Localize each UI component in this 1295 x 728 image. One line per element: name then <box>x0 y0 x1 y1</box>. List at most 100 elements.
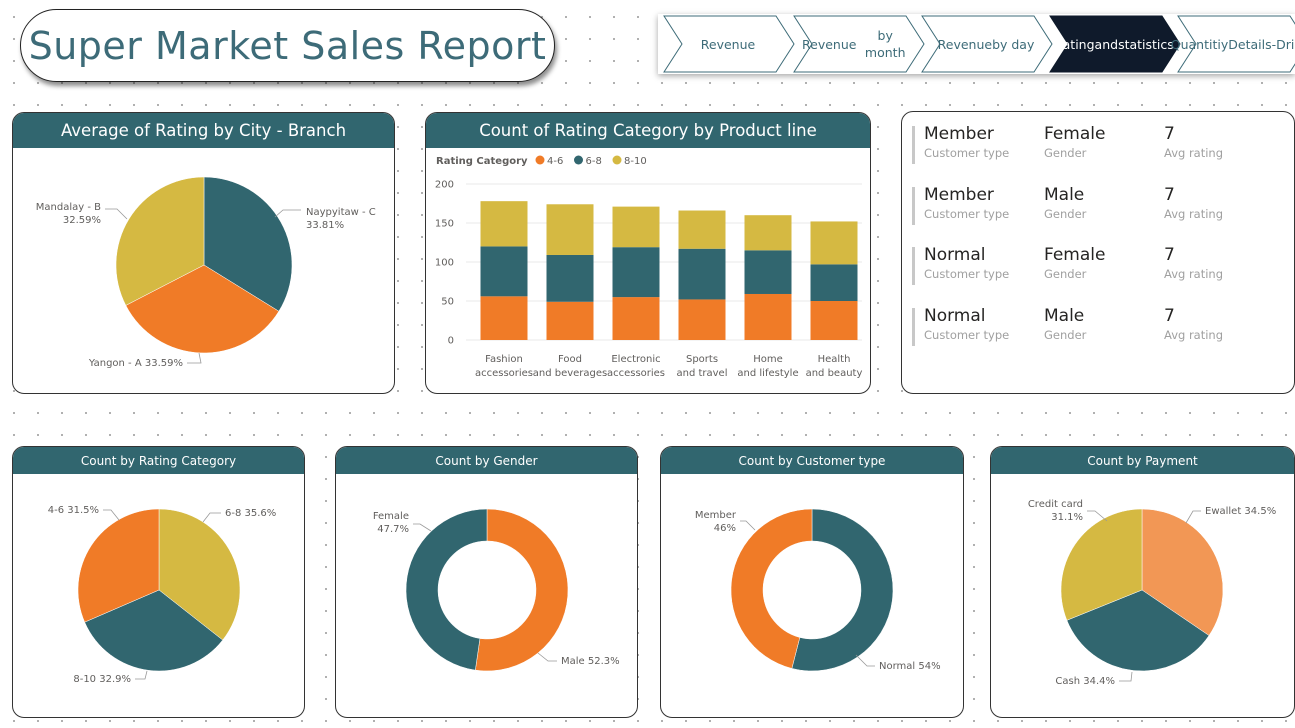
y-tick-label: 100 <box>435 258 454 269</box>
rating-category-pie-chart[interactable]: 6-8 35.6% 8-10 32.9% 4-6 31.5% <box>13 447 305 718</box>
leader-line-ewallet <box>1185 510 1201 524</box>
data-label-6-8: 6-8 35.6% <box>225 508 276 519</box>
bar-food-and-beverages-6-8[interactable] <box>546 254 594 302</box>
avg-rating-pie-chart[interactable]: Naypyitaw - C 33.81% Yangon - A 33.59% Mand… <box>13 113 395 394</box>
avg-rating-card: Average of Rating by City - Branch Naypy… <box>12 112 395 394</box>
bar-health-and-beauty-4-6[interactable] <box>810 301 858 340</box>
slice-male[interactable] <box>475 508 569 672</box>
stats-row: Member Customer type Male Gender 7 Avg rating <box>912 185 1284 229</box>
customer-type-donut-chart[interactable]: Normal 54% Member 46% <box>661 447 964 718</box>
leader-line-female <box>413 523 432 532</box>
nav-tab-label-line: by day <box>992 36 1035 52</box>
data-label-male: Male 52.3% <box>561 656 620 667</box>
rating-category-stacked-bar-chart[interactable]: Rating Category 4-6 6-8 8-10 0 50 100 150 200 Fas… <box>426 113 871 394</box>
leader-line-mandalay-b <box>105 208 128 220</box>
nav-tab-label-line: Drill... <box>1276 36 1295 52</box>
nav-tab-label-line: Details- <box>1228 36 1277 52</box>
stats-caption: Customer type <box>924 146 1010 160</box>
stats-card: Member Customer type Female Gender 7 Avg rati… <box>901 111 1295 394</box>
stats-caption: Customer type <box>924 267 1010 281</box>
bar-fashion-accessories-8-10[interactable] <box>480 201 528 247</box>
stats-value: Male <box>1044 184 1085 205</box>
stats-value: Member <box>924 184 994 205</box>
stats-value: Member <box>924 124 994 144</box>
data-label-normal: Normal 54% <box>879 661 941 672</box>
stats-row-accent <box>912 247 915 285</box>
stats-gender: Female Gender <box>1044 124 1105 162</box>
legend-marker-8-10 <box>612 155 622 165</box>
stats-value: Normal <box>924 305 986 326</box>
stats-avg-rating: 7 Avg rating <box>1164 185 1223 223</box>
stats-caption: Customer type <box>924 327 1010 342</box>
legend-marker-4-6 <box>535 155 545 165</box>
bar-food-and-beverages-4-6[interactable] <box>546 301 594 340</box>
data-label-female: Female 47.7% <box>373 511 409 535</box>
bar-health-and-beauty-6-8[interactable] <box>810 264 858 301</box>
bar-home-and-lifestyle-8-10[interactable] <box>744 215 792 251</box>
stats-caption: Gender <box>1044 206 1087 221</box>
data-label-naypyitaw-c: Naypyitaw - C 33.81% <box>306 207 376 231</box>
bar-home-and-lifestyle-4-6[interactable] <box>744 293 792 340</box>
x-tick-label-health-and-beauty: Health and beauty <box>806 354 863 379</box>
stats-row: Member Customer type Female Gender 7 Avg rati… <box>912 124 1284 168</box>
data-label-4-6: 4-6 31.5% <box>48 505 99 516</box>
x-tick-label-home-and-lifestyle: Home and lifestyle <box>737 354 798 379</box>
bar-fashion-accessories-4-6[interactable] <box>480 296 528 340</box>
nav-tab-label-line: and <box>1094 36 1119 52</box>
bar-sports-and-travel-8-10[interactable] <box>678 210 726 249</box>
nav-tab-label-line: Revenue <box>802 36 857 52</box>
stats-caption: Avg rating <box>1164 146 1224 160</box>
legend-marker-6-8 <box>574 155 583 165</box>
leader-line-member <box>740 520 756 531</box>
nav-tab-revenue-by-day[interactable]: Revenue by day <box>930 14 1042 74</box>
stats-caption: Avg rating <box>1164 267 1224 281</box>
x-tick-label-sports-and-travel: Sports and travel <box>676 354 727 379</box>
y-tick-label: 200 <box>435 180 454 191</box>
payment-pie-chart[interactable]: Ewallet 34.5% Cash 34.4% Credit card 31.1% <box>991 447 1295 718</box>
y-tick-label: 50 <box>441 297 454 308</box>
legend-label-6-8: 6-8 <box>586 156 602 167</box>
customer-type-donut-card: Count by Customer type Normal 54% Member 4… <box>660 446 964 718</box>
stats-value: Male <box>1044 305 1085 326</box>
bar-electronic-accessories-4-6[interactable] <box>612 297 660 340</box>
stats-caption: Gender <box>1044 146 1087 160</box>
nav-tab-label-line: Quantitiy <box>1170 36 1229 52</box>
leader-line-male <box>537 652 557 662</box>
bar-health-and-beauty-8-10[interactable] <box>810 221 858 265</box>
stats-value: Female <box>1044 245 1106 265</box>
data-label-ewallet: Ewallet 34.5% <box>1205 506 1276 517</box>
nav-tab-label-line: Revenue <box>700 36 756 52</box>
bar-sports-and-travel-4-6[interactable] <box>678 299 726 340</box>
stats-row-accent <box>912 307 915 346</box>
nav-tab-revenue-by-month[interactable]: Revenue by month <box>802 14 914 74</box>
nav-tab-revenue[interactable]: Revenue <box>672 14 784 74</box>
stats-caption: Gender <box>1044 327 1087 342</box>
data-label-8-10: 8-10 32.9% <box>73 674 131 685</box>
leader-line-normal <box>855 654 875 667</box>
y-tick-label: 150 <box>435 219 454 230</box>
bar-sports-and-travel-6-8[interactable] <box>678 248 726 300</box>
leader-line-6-8 <box>202 512 221 523</box>
stats-caption: Customer type <box>924 206 1010 221</box>
stats-avg-rating: 7 Avg rating <box>1164 124 1223 162</box>
stats-avg-rating: 7 Avg rating <box>1164 245 1223 283</box>
x-tick-label-fashion-accessories: Fashion accessories <box>475 354 533 379</box>
bar-fashion-accessories-6-8[interactable] <box>480 246 528 297</box>
slice-female[interactable] <box>405 508 488 671</box>
nav-tab-label-line: Revenue <box>937 36 993 52</box>
bar-electronic-accessories-8-10[interactable] <box>612 206 660 248</box>
gender-donut-chart[interactable]: Male 52.3% Female 47.7% <box>336 447 638 718</box>
nav-tab-label-line: by month <box>864 28 906 60</box>
stats-row: Normal Customer type Male Gender 7 Avg rating <box>912 306 1284 350</box>
bar-home-and-lifestyle-6-8[interactable] <box>744 250 792 294</box>
data-label-credit-card: Credit card 31.1% <box>1028 499 1083 523</box>
payment-pie-card: Count by Payment Ewallet 34.5% Cash 34.4%… <box>990 446 1295 718</box>
nav-tab-rating-and-statistics[interactable]: Rating and statistics <box>1054 14 1174 74</box>
bar-electronic-accessories-6-8[interactable] <box>612 247 660 298</box>
stats-gender: Female Gender <box>1044 245 1105 283</box>
nav-tab-quantitiy-details-drill[interactable]: QuantitiyDetails-Drill... <box>1171 14 1295 74</box>
bar-food-and-beverages-8-10[interactable] <box>546 204 594 255</box>
stats-value: Female <box>1044 124 1106 144</box>
legend-title: Rating Category <box>436 156 528 167</box>
y-tick-label: 0 <box>448 336 454 347</box>
